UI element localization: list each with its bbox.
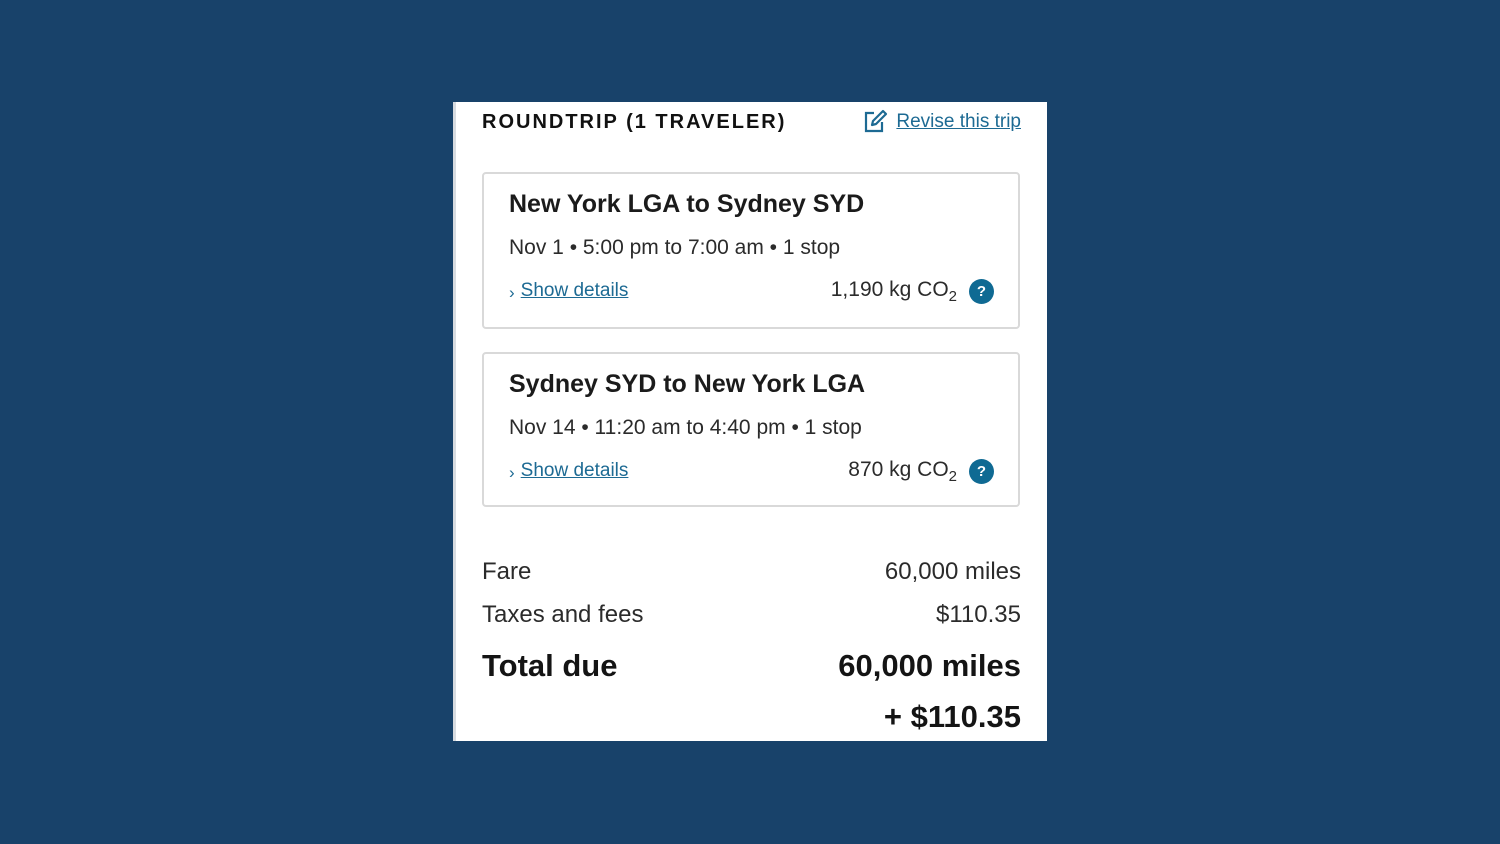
total-due-label: Total due bbox=[482, 648, 618, 683]
taxes-value: $110.35 bbox=[936, 601, 1021, 628]
trip-header: ROUNDTRIP (1 TRAVELER) Revise this trip bbox=[482, 108, 1021, 136]
trip-type-title: ROUNDTRIP (1 TRAVELER) bbox=[482, 110, 787, 133]
taxes-label: Taxes and fees bbox=[482, 601, 644, 628]
co2-text: 870 kg CO bbox=[848, 458, 949, 481]
co2-emissions: 1,190 kg CO2 ? bbox=[831, 278, 994, 305]
flight-schedule: Nov 1 • 5:00 pm to 7:00 am • 1 stop bbox=[509, 236, 841, 259]
total-due-miles: 60,000 miles bbox=[838, 648, 1021, 683]
show-details-link[interactable]: › Show details bbox=[509, 460, 628, 482]
taxes-row: Taxes and fees $110.35 bbox=[482, 601, 1021, 629]
edit-icon bbox=[862, 109, 888, 135]
co2-text: 1,190 kg CO bbox=[830, 278, 949, 301]
co2-subscript: 2 bbox=[948, 288, 957, 305]
co2-subscript: 2 bbox=[948, 468, 957, 485]
co2-value: 1,190 kg CO2 bbox=[831, 278, 957, 305]
show-details-label[interactable]: Show details bbox=[521, 460, 629, 482]
help-icon[interactable]: ? bbox=[969, 279, 994, 304]
flight-card-return: Sydney SYD to New York LGA Nov 14 • 11:2… bbox=[482, 352, 1020, 507]
co2-emissions: 870 kg CO2 ? bbox=[848, 458, 994, 485]
chevron-right-icon: › bbox=[509, 462, 515, 482]
flight-card-outbound: New York LGA to Sydney SYD Nov 1 • 5:00 … bbox=[482, 172, 1020, 329]
fare-row: Fare 60,000 miles bbox=[482, 558, 1021, 586]
fare-label: Fare bbox=[482, 558, 532, 585]
show-details-link[interactable]: › Show details bbox=[509, 280, 628, 302]
flight-schedule: Nov 14 • 11:20 am to 4:40 pm • 1 stop bbox=[509, 416, 862, 439]
show-details-label[interactable]: Show details bbox=[521, 280, 629, 302]
total-due-row: Total due 60,000 miles bbox=[482, 648, 1021, 684]
chevron-right-icon: › bbox=[509, 282, 515, 302]
flight-route: Sydney SYD to New York LGA bbox=[509, 370, 866, 398]
help-icon[interactable]: ? bbox=[969, 459, 994, 484]
total-due-cash: + $110.35 bbox=[883, 699, 1021, 734]
revise-trip-link[interactable]: Revise this trip bbox=[862, 109, 1021, 135]
revise-trip-label[interactable]: Revise this trip bbox=[896, 111, 1021, 133]
trip-summary-panel: ROUNDTRIP (1 TRAVELER) Revise this trip … bbox=[453, 102, 1047, 741]
co2-value: 870 kg CO2 bbox=[848, 458, 957, 485]
flight-route: New York LGA to Sydney SYD bbox=[509, 190, 865, 218]
fare-value: 60,000 miles bbox=[884, 558, 1021, 585]
